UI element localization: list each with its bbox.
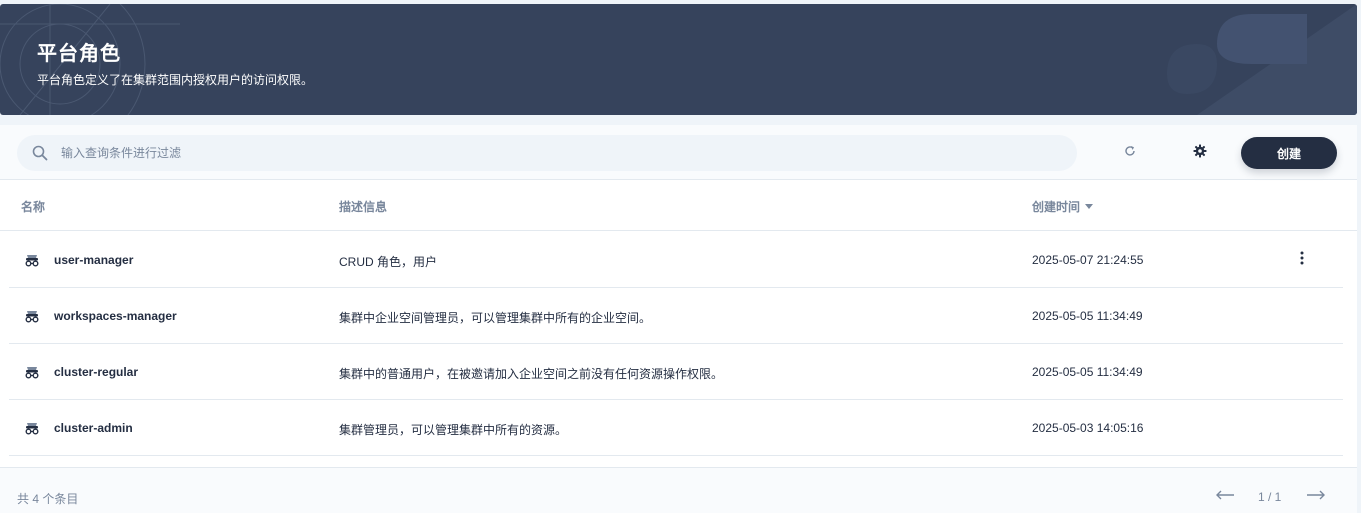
- role-icon: [24, 420, 40, 441]
- table-header: 名称 描述信息 创建时间: [0, 181, 1357, 231]
- column-header-created[interactable]: 创建时间: [1032, 198, 1094, 215]
- role-created-time: 2025-05-05 11:34:49: [1032, 309, 1143, 323]
- refresh-button[interactable]: [1118, 141, 1142, 165]
- role-name-link[interactable]: cluster-regular: [54, 365, 138, 379]
- sort-down-icon: [1085, 204, 1094, 209]
- column-header-created-label: 创建时间: [1032, 200, 1081, 214]
- role-created-time: 2025-05-03 14:05:16: [1032, 421, 1144, 435]
- page-banner: 平台角色 平台角色定义了在集群范围内授权用户的访问权限。: [0, 4, 1357, 115]
- table-row[interactable]: cluster-admin 集群管理员，可以管理集群中所有的资源。 2025-0…: [9, 400, 1343, 456]
- arrow-left-icon: [1215, 487, 1235, 505]
- table-footer: 共 4 个条目 1 / 1: [0, 467, 1357, 513]
- role-description: 集群中的普通用户，在被邀请加入企业空间之前没有任何资源操作权限。: [339, 367, 724, 381]
- gear-icon: [1193, 144, 1207, 163]
- role-icon: [24, 252, 40, 273]
- page-description: 平台角色定义了在集群范围内授权用户的访问权限。: [37, 73, 314, 87]
- role-description: CRUD 角色，用户: [339, 255, 437, 269]
- table-row[interactable]: user-manager CRUD 角色，用户 2025-05-07 21:24…: [9, 232, 1343, 288]
- refresh-icon: [1123, 144, 1137, 163]
- arrow-right-icon: [1306, 487, 1326, 505]
- roles-panel: 创建 名称 描述信息 创建时间 user-manager CRUD 角色，用户 …: [0, 125, 1357, 513]
- column-header-description: 描述信息: [339, 200, 388, 214]
- role-created-time: 2025-05-05 11:34:49: [1032, 365, 1143, 379]
- role-name-link[interactable]: user-manager: [54, 253, 133, 267]
- create-button[interactable]: 创建: [1241, 137, 1337, 169]
- role-description: 集群中企业空间管理员，可以管理集群中所有的企业空间。: [339, 311, 652, 325]
- more-vertical-icon: [1300, 251, 1304, 270]
- role-description: 集群管理员，可以管理集群中所有的资源。: [339, 423, 568, 437]
- page-title: 平台角色: [37, 43, 121, 65]
- table-row[interactable]: workspaces-manager 集群中企业空间管理员，可以管理集群中所有的…: [9, 288, 1343, 344]
- search-input[interactable]: [61, 135, 1061, 171]
- search-icon: [31, 144, 49, 167]
- column-header-name[interactable]: 名称: [21, 198, 45, 215]
- search-box[interactable]: [17, 135, 1077, 171]
- prev-page-button[interactable]: [1213, 486, 1237, 506]
- role-name-link[interactable]: workspaces-manager: [54, 309, 177, 323]
- role-created-time: 2025-05-07 21:24:55: [1032, 253, 1144, 267]
- table-row[interactable]: cluster-regular 集群中的普通用户，在被邀请加入企业空间之前没有任…: [9, 344, 1343, 400]
- toolbar: 创建: [0, 125, 1357, 180]
- total-count: 共 4 个条目: [17, 492, 79, 506]
- role-name-link[interactable]: cluster-admin: [54, 421, 133, 435]
- banner-logo-decoration: [1167, 4, 1357, 115]
- more-actions-button[interactable]: [1292, 250, 1312, 270]
- page-indicator: 1 / 1: [1258, 490, 1282, 504]
- settings-button[interactable]: [1188, 141, 1212, 165]
- role-icon: [24, 308, 40, 329]
- next-page-button[interactable]: [1304, 486, 1328, 506]
- role-icon: [24, 364, 40, 385]
